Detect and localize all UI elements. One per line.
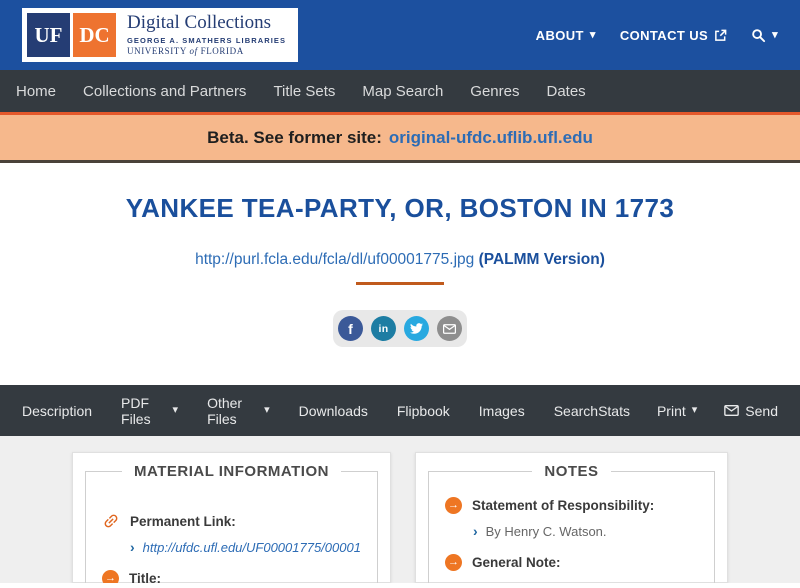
logo-title: Digital Collections xyxy=(127,11,272,33)
external-link-icon xyxy=(714,29,727,42)
permanent-url-line: http://purl.fcla.edu/fcla/dl/uf00001775.… xyxy=(0,251,800,269)
former-site-link[interactable]: original-ufdc.uflib.ufl.edu xyxy=(389,128,593,148)
angle-right-icon xyxy=(473,580,478,583)
pdf-files-label: PDF Files xyxy=(121,394,151,427)
material-information-title: MATERIAL INFORMATION xyxy=(133,463,329,480)
nav-dates[interactable]: Dates xyxy=(546,83,585,100)
beta-banner: Beta. See former site: original-ufdc.ufl… xyxy=(0,112,800,163)
general-note-value: Publisher's advertisements precede and f… xyxy=(486,581,698,583)
orange-divider xyxy=(356,282,444,285)
social-share-bar: f in xyxy=(333,310,467,347)
print-label: Print xyxy=(656,402,686,419)
toolbar-other-files-menu[interactable]: Other Files xyxy=(207,395,270,427)
toolbar-send[interactable]: Send xyxy=(724,403,778,419)
linkedin-share-button[interactable]: in xyxy=(371,316,396,341)
page-title: YANKEE TEA-PARTY, OR, BOSTON IN 1773 xyxy=(125,193,675,223)
logo-of-word: of xyxy=(189,46,198,57)
twitter-share-button[interactable] xyxy=(404,316,429,341)
beta-banner-text: Beta. See former site: xyxy=(207,127,382,147)
item-toolbar: Description PDF Files Other Files Downlo… xyxy=(0,385,800,436)
toolbar-pdf-files-menu[interactable]: PDF Files xyxy=(121,395,178,427)
search-icon xyxy=(751,28,766,43)
logo-university-line: UNIVERSITY of FLORIDA xyxy=(127,46,286,57)
responsibility-value: By Henry C. Watson. xyxy=(485,524,607,539)
general-note-value-row: Publisher's advertisements precede and f… xyxy=(473,580,698,583)
notes-panel: NOTES Statement of Responsibility: By He… xyxy=(414,452,728,583)
twitter-bird-icon xyxy=(410,322,423,335)
purl-link[interactable]: http://purl.fcla.edu/fcla/dl/uf00001775.… xyxy=(195,251,474,268)
item-heading-section: YANKEE TEA-PARTY, OR, BOSTON IN 1773 htt… xyxy=(0,163,800,385)
nav-genres[interactable]: Genres xyxy=(470,83,519,100)
permanent-link-url[interactable]: http://ufdc.ufl.edu/UF00001775/00001 xyxy=(143,540,361,555)
uf-logo-box: UF xyxy=(27,13,70,57)
about-menu[interactable]: ABOUT xyxy=(536,28,596,43)
permanent-link-label: Permanent Link: xyxy=(130,513,236,529)
logo-university-word: UNIVERSITY xyxy=(127,46,187,57)
notes-title: NOTES xyxy=(544,463,599,480)
send-envelope-icon xyxy=(724,405,740,416)
logo-florida-word: FLORIDA xyxy=(200,46,244,57)
envelope-icon xyxy=(443,323,456,334)
nav-home[interactable]: Home xyxy=(16,83,56,100)
metadata-section: MATERIAL INFORMATION Permanent Link: htt… xyxy=(0,436,800,583)
permanent-link-field: Permanent Link: xyxy=(102,512,361,530)
main-navigation: Home Collections and Partners Title Sets… xyxy=(0,70,800,112)
site-header: UF DC Digital Collections GEORGE A. SMAT… xyxy=(0,0,800,70)
dc-logo-box: DC xyxy=(73,13,116,57)
other-files-label: Other Files xyxy=(207,394,243,427)
title-field-label: Title: xyxy=(129,571,162,583)
general-note-field: General Note: xyxy=(444,554,698,571)
responsibility-label: Statement of Responsibility: xyxy=(471,498,655,513)
toolbar-search[interactable]: Search xyxy=(554,403,598,419)
contact-us-label: CONTACT US xyxy=(619,27,709,43)
arrow-circle-icon xyxy=(444,497,462,514)
nav-title-sets[interactable]: Title Sets xyxy=(273,83,335,100)
logo-libraries-line: GEORGE A. SMATHERS LIBRARIES xyxy=(127,35,287,45)
toolbar-stats[interactable]: Stats xyxy=(598,403,630,419)
statement-of-responsibility-field: Statement of Responsibility: xyxy=(444,497,698,514)
ufdc-page: UF DC Digital Collections GEORGE A. SMAT… xyxy=(0,0,800,583)
arrow-circle-icon xyxy=(102,570,119,583)
toolbar-description[interactable]: Description xyxy=(22,403,92,419)
toolbar-right-group: Stats Print Send xyxy=(598,403,778,419)
toolbar-downloads[interactable]: Downloads xyxy=(299,403,368,419)
nav-collections-and-partners[interactable]: Collections and Partners xyxy=(83,83,246,100)
logo-text: Digital Collections GEORGE A. SMATHERS L… xyxy=(127,11,287,57)
chain-link-icon xyxy=(98,508,123,533)
toolbar-print-menu[interactable]: Print xyxy=(657,403,697,419)
palmm-version-label: (PALMM Version) xyxy=(478,251,605,268)
general-note-label: General Note: xyxy=(471,555,561,570)
title-field: Title: xyxy=(102,570,361,583)
about-label: ABOUT xyxy=(535,27,584,43)
ufdc-logo[interactable]: UF DC Digital Collections GEORGE A. SMAT… xyxy=(22,8,299,62)
send-label: Send xyxy=(745,402,778,419)
search-menu[interactable] xyxy=(751,28,778,43)
header-links: ABOUT CONTACT US xyxy=(536,28,778,43)
email-share-button[interactable] xyxy=(437,316,462,341)
nav-map-search[interactable]: Map Search xyxy=(362,83,443,100)
toolbar-flipbook[interactable]: Flipbook xyxy=(397,403,450,419)
responsibility-value-row: By Henry C. Watson. xyxy=(473,523,698,539)
toolbar-images[interactable]: Images xyxy=(479,403,525,419)
facebook-share-button[interactable]: f xyxy=(338,316,363,341)
material-information-panel: MATERIAL INFORMATION Permanent Link: htt… xyxy=(72,452,391,583)
angle-right-icon xyxy=(473,523,478,539)
toolbar-left-group: Description PDF Files Other Files Downlo… xyxy=(22,395,598,427)
contact-us-link[interactable]: CONTACT US xyxy=(620,28,727,43)
angle-right-icon xyxy=(130,539,135,555)
permanent-link-value-row: http://ufdc.ufl.edu/UF00001775/00001 xyxy=(130,539,361,555)
arrow-circle-icon xyxy=(444,554,462,571)
